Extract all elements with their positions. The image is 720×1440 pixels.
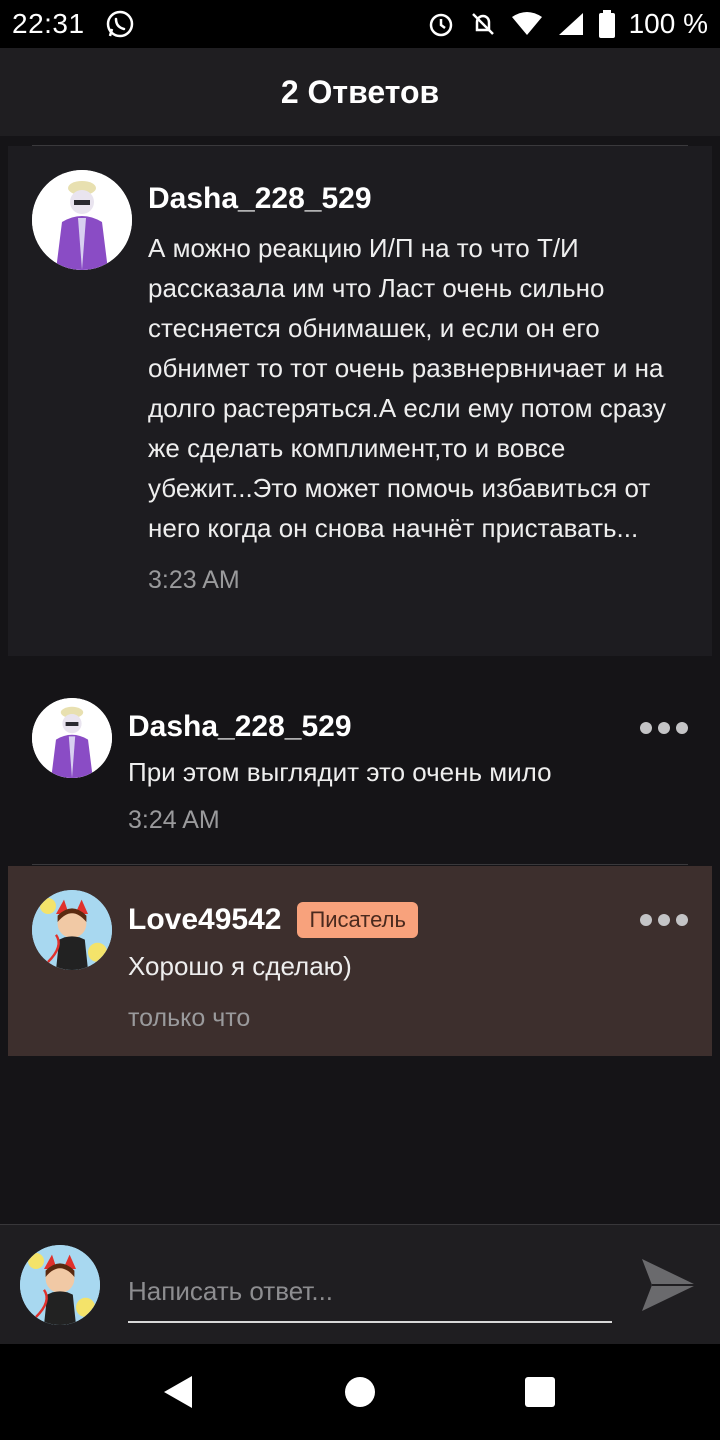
more-options-button[interactable] bbox=[640, 722, 688, 734]
reply-bar bbox=[0, 1224, 720, 1344]
avatar[interactable] bbox=[32, 890, 112, 970]
author-name[interactable]: Dasha_228_529 bbox=[128, 710, 352, 744]
more-options-button[interactable] bbox=[640, 914, 688, 926]
reply-comment[interactable]: Love49542 Писатель Хорошо я сделаю) толь… bbox=[8, 866, 712, 1056]
alarm-icon bbox=[427, 10, 455, 38]
reply-comment[interactable]: Dasha_228_529 При этом выглядит это очен… bbox=[8, 674, 712, 860]
battery-icon bbox=[598, 10, 615, 38]
whatsapp-icon bbox=[105, 9, 135, 39]
navigation-bar bbox=[0, 1344, 720, 1440]
page-title: 2 Ответов bbox=[280, 73, 440, 110]
avatar[interactable] bbox=[32, 698, 112, 778]
comment-text: А можно реакцию И/П на то что Т/И расска… bbox=[148, 233, 667, 543]
battery-level: 100 % bbox=[628, 8, 708, 39]
author-name[interactable]: Love49542 bbox=[128, 903, 281, 937]
current-user-avatar bbox=[20, 1245, 100, 1325]
reply-input[interactable] bbox=[128, 1261, 612, 1323]
comment-author[interactable]: Love49542 Писатель bbox=[128, 902, 668, 938]
comment-text: При этом выглядит это очень мило bbox=[128, 757, 552, 787]
comment-time: 3:24 AM bbox=[128, 806, 220, 834]
comment-author[interactable]: Dasha_228_529 bbox=[128, 710, 648, 744]
divider bbox=[32, 864, 688, 865]
status-bar: 22:31 100 % bbox=[0, 0, 720, 48]
avatar[interactable] bbox=[32, 170, 132, 270]
status-time: 22:31 bbox=[12, 8, 85, 39]
home-icon[interactable] bbox=[344, 1376, 376, 1413]
author-name[interactable]: Dasha_228_529 bbox=[148, 182, 372, 216]
wifi-icon bbox=[511, 11, 543, 37]
header: 2 Ответов bbox=[0, 48, 720, 136]
comment-time: 3:23 AM bbox=[148, 566, 240, 594]
recents-icon[interactable] bbox=[524, 1376, 556, 1413]
bell-off-icon bbox=[469, 10, 497, 38]
comment-author[interactable]: Dasha_228_529 bbox=[148, 182, 688, 216]
back-icon[interactable] bbox=[162, 1374, 194, 1415]
signal-icon bbox=[557, 11, 585, 37]
comment-time: только что bbox=[128, 1004, 251, 1032]
send-icon[interactable] bbox=[640, 1257, 698, 1318]
writer-badge: Писатель bbox=[297, 902, 418, 938]
parent-comment[interactable]: Dasha_228_529 А можно реакцию И/П на то … bbox=[8, 146, 712, 656]
comment-text: Хорошо я сделаю) bbox=[128, 951, 352, 981]
